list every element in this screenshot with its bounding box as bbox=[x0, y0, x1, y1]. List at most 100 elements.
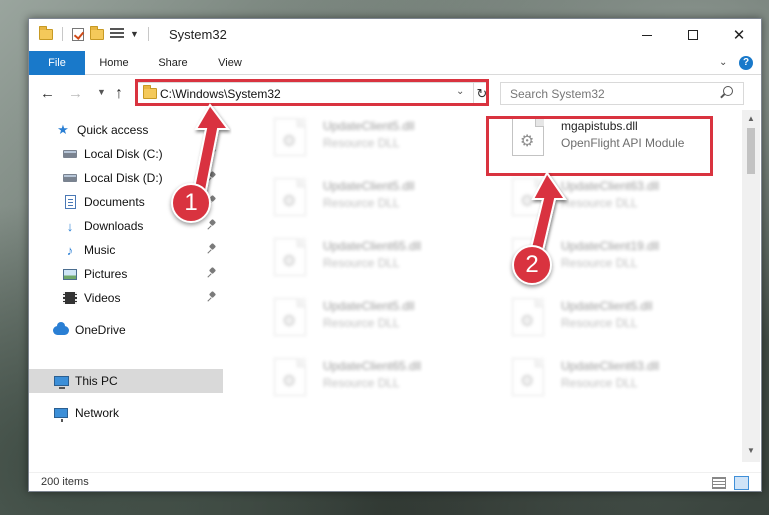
file-name: UpdateClient5.dll bbox=[323, 299, 415, 313]
file-type: Resource DLL bbox=[323, 256, 400, 270]
title-bar: ▼ System32 ✕ bbox=[29, 19, 761, 51]
help-icon[interactable]: ? bbox=[739, 56, 753, 70]
pin-icon[interactable] bbox=[209, 244, 216, 254]
search-input[interactable]: Search System32 bbox=[510, 87, 605, 101]
tab-share[interactable]: Share bbox=[145, 51, 201, 75]
file-name: UpdateClient65.dll bbox=[323, 359, 422, 373]
onedrive-icon bbox=[53, 321, 69, 338]
file-type: Resource DLL bbox=[561, 376, 638, 390]
sidebar-item-label: Local Disk (C:) bbox=[84, 147, 163, 161]
star-icon: ★ bbox=[57, 122, 69, 137]
file-type: Resource DLL bbox=[323, 196, 400, 210]
status-bar: 200 items bbox=[29, 472, 761, 491]
scroll-thumb[interactable] bbox=[747, 128, 755, 174]
file-item[interactable]: UpdateClient65.dll Resource DLL bbox=[251, 234, 481, 282]
back-arrow-icon[interactable]: ← bbox=[40, 85, 55, 102]
sidebar-item-label: OneDrive bbox=[75, 323, 126, 337]
file-name: UpdateClient65.dll bbox=[323, 239, 422, 253]
this-pc-icon bbox=[53, 373, 69, 389]
tab-home[interactable]: Home bbox=[89, 51, 139, 75]
videos-icon bbox=[62, 290, 78, 306]
new-folder-icon[interactable] bbox=[90, 25, 104, 40]
item-count: 200 items bbox=[41, 476, 89, 488]
dll-file-icon bbox=[512, 298, 544, 336]
file-item[interactable]: UpdateClient65.dll Resource DLL bbox=[251, 354, 481, 402]
file-item[interactable]: UpdateClient5.dll Resource DLL bbox=[251, 294, 481, 342]
minimize-button[interactable] bbox=[624, 19, 670, 51]
sidebar-item-label: This PC bbox=[75, 374, 118, 388]
search-box[interactable]: Search System32 bbox=[500, 82, 744, 105]
up-arrow-icon[interactable]: ↑ bbox=[115, 85, 123, 103]
music-icon: ♪ bbox=[66, 242, 74, 258]
pin-icon[interactable] bbox=[209, 220, 216, 230]
dll-file-icon bbox=[274, 238, 306, 276]
dll-file-icon bbox=[512, 358, 544, 396]
toolbar-separator bbox=[147, 27, 149, 41]
downloads-icon: ↓ bbox=[66, 218, 74, 234]
dll-file-icon bbox=[274, 358, 306, 396]
toolbar-separator bbox=[62, 27, 63, 41]
documents-icon bbox=[62, 194, 78, 210]
sidebar-item-label: Downloads bbox=[84, 219, 144, 233]
maximize-icon bbox=[688, 30, 698, 40]
recent-locations-chevron-icon[interactable]: ▼ bbox=[97, 87, 106, 97]
sidebar-item-label: Videos bbox=[84, 291, 121, 305]
scroll-down-arrow-icon[interactable]: ▼ bbox=[747, 446, 755, 455]
scroll-up-arrow-icon[interactable]: ▲ bbox=[747, 114, 755, 123]
sidebar-item-pictures[interactable]: Pictures bbox=[29, 262, 223, 286]
quick-access-toolbar: ▼ bbox=[39, 25, 152, 41]
file-item[interactable]: UpdateClient5.dll Resource DLL bbox=[489, 294, 719, 342]
forward-arrow-icon[interactable]: → bbox=[68, 85, 83, 102]
file-type: Resource DLL bbox=[323, 316, 400, 330]
ribbon-tabs: File Home Share View ⌄ ? bbox=[29, 51, 761, 75]
step-2-badge: 2 bbox=[512, 245, 552, 285]
tab-file[interactable]: File bbox=[29, 51, 85, 75]
disk-icon bbox=[62, 146, 78, 162]
file-item[interactable]: UpdateClient63.dll Resource DLL bbox=[489, 354, 719, 402]
dll-file-icon bbox=[274, 298, 306, 336]
details-view-icon[interactable] bbox=[712, 477, 726, 489]
properties-check-icon[interactable] bbox=[72, 27, 84, 41]
pin-icon[interactable] bbox=[209, 268, 216, 278]
properties-list-icon[interactable] bbox=[110, 28, 124, 40]
vertical-scrollbar[interactable]: ▲ ▼ bbox=[742, 110, 760, 462]
network-icon bbox=[53, 405, 69, 422]
customize-toolbar-chevron-icon[interactable]: ▼ bbox=[130, 29, 139, 39]
window-title: System32 bbox=[169, 27, 227, 42]
folder-icon[interactable] bbox=[39, 25, 53, 40]
expand-ribbon-chevron-icon[interactable]: ⌄ bbox=[719, 57, 727, 68]
close-icon: ✕ bbox=[732, 27, 746, 44]
file-item[interactable]: UpdateClient5.dll Resource DLL bbox=[251, 174, 481, 222]
dll-file-icon bbox=[274, 118, 306, 156]
sidebar-item-this-pc[interactable]: This PC bbox=[29, 369, 223, 393]
pin-icon[interactable] bbox=[209, 292, 216, 302]
dll-file-icon bbox=[274, 178, 306, 216]
file-type: Resource DLL bbox=[323, 376, 400, 390]
search-icon[interactable] bbox=[723, 86, 733, 96]
large-icons-view-icon[interactable] bbox=[734, 476, 749, 490]
maximize-button[interactable] bbox=[670, 19, 716, 51]
file-name: UpdateClient5.dll bbox=[561, 299, 653, 313]
file-type: Resource DLL bbox=[323, 136, 400, 150]
minimize-icon bbox=[642, 34, 652, 36]
step-1-badge: 1 bbox=[171, 183, 211, 223]
file-type: Resource DLL bbox=[561, 316, 638, 330]
tab-view[interactable]: View bbox=[207, 51, 253, 75]
sidebar-item-label: Music bbox=[84, 243, 116, 257]
sidebar-item-music[interactable]: ♪ Music bbox=[29, 238, 223, 262]
file-name: UpdateClient5.dll bbox=[323, 119, 415, 133]
disk-icon bbox=[62, 170, 78, 186]
sidebar-item-network[interactable]: Network bbox=[29, 401, 223, 425]
sidebar-item-videos[interactable]: Videos bbox=[29, 286, 223, 310]
sidebar-item-onedrive[interactable]: OneDrive bbox=[29, 318, 223, 342]
sidebar-item-label: Local Disk (D:) bbox=[84, 171, 163, 185]
file-item[interactable]: UpdateClient5.dll Resource DLL bbox=[251, 114, 481, 162]
sidebar-item-label: Quick access bbox=[77, 123, 149, 137]
pictures-icon bbox=[62, 266, 78, 282]
file-name: UpdateClient5.dll bbox=[323, 179, 415, 193]
close-button[interactable]: ✕ bbox=[716, 19, 761, 51]
file-name: UpdateClient63.dll bbox=[561, 359, 660, 373]
sidebar-item-label: Documents bbox=[84, 195, 145, 209]
sidebar-item-label: Pictures bbox=[84, 267, 128, 281]
sidebar-item-label: Network bbox=[75, 406, 120, 420]
